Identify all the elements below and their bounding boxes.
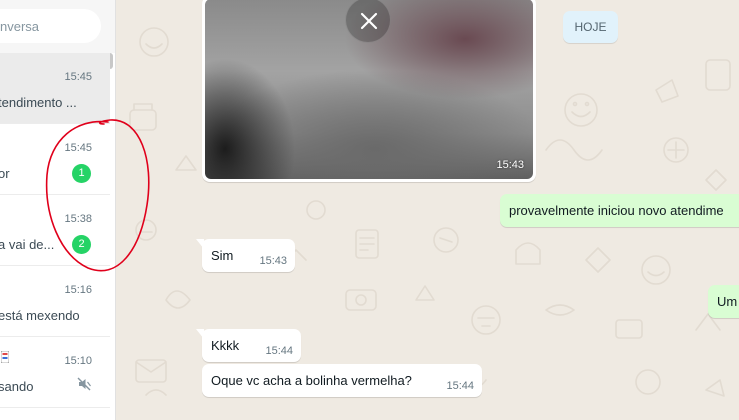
unread-badge: 1: [72, 164, 91, 183]
bubble-tail: [196, 329, 204, 339]
image-message[interactable]: 15:43: [202, 0, 536, 182]
message-text: Sim: [211, 248, 234, 263]
chat-time: 15:45: [64, 142, 92, 154]
message-time: 15:44: [446, 380, 474, 392]
bubble-tail: [196, 239, 204, 249]
message-bubble-outgoing[interactable]: provavelmente iniciou novo atendime: [500, 194, 739, 227]
chat-item[interactable]: 15:45 tendimento ...: [0, 53, 110, 124]
message-bubble-outgoing[interactable]: Um: [708, 285, 739, 318]
chat-time: 15:10: [64, 355, 92, 367]
chat-preview: or: [0, 166, 10, 181]
message-text: Kkkk: [211, 338, 240, 353]
search-input[interactable]: [0, 9, 101, 43]
message-bubble-incoming[interactable]: Sim 15:43: [196, 239, 295, 272]
chat-preview: está mexendo: [0, 308, 80, 323]
chat-item[interactable]: 15:38 a vai de... 2: [0, 195, 110, 266]
message-text: Um: [717, 294, 738, 309]
blurred-image-preview[interactable]: 15:43: [205, 0, 533, 179]
date-divider: HOJE: [563, 11, 618, 43]
message-bubble-incoming[interactable]: Kkkk 15:44: [196, 329, 301, 362]
muted-icon: [77, 377, 91, 391]
search-bar: [0, 0, 115, 53]
chat-time: 15:16: [64, 284, 92, 296]
message-text: provavelmente iniciou novo atendime: [509, 203, 724, 218]
message-text: Oque vc acha a bolinha vermelha?: [211, 373, 412, 388]
chat-preview: tendimento ...: [0, 95, 77, 110]
chat-preview: sando: [0, 379, 34, 394]
emoji-icon: [1, 351, 9, 363]
chat-item[interactable]: 15:10 sando: [0, 337, 110, 408]
close-icon: [360, 12, 378, 30]
chat-list-sidebar: 15:45 tendimento ... 15:45 or 1 15:38 a …: [0, 0, 116, 420]
message-time: 15:43: [496, 159, 524, 171]
chat-item[interactable]: 15:45 or 1: [0, 124, 110, 195]
message-bubble-incoming[interactable]: Oque vc acha a bolinha vermelha? 15:44: [202, 364, 482, 397]
chat-time: 15:45: [64, 71, 92, 83]
chat-preview: a vai de...: [0, 237, 55, 252]
media-close-button[interactable]: [345, 0, 391, 43]
chat-item[interactable]: 15:16 está mexendo: [0, 266, 110, 337]
conversation-panel: 15:43 HOJE provavelmente iniciou novo at…: [116, 0, 739, 420]
message-time: 15:43: [259, 255, 287, 267]
message-time: 15:44: [265, 345, 293, 357]
unread-badge: 2: [72, 235, 91, 254]
chat-time: 15:38: [64, 213, 92, 225]
